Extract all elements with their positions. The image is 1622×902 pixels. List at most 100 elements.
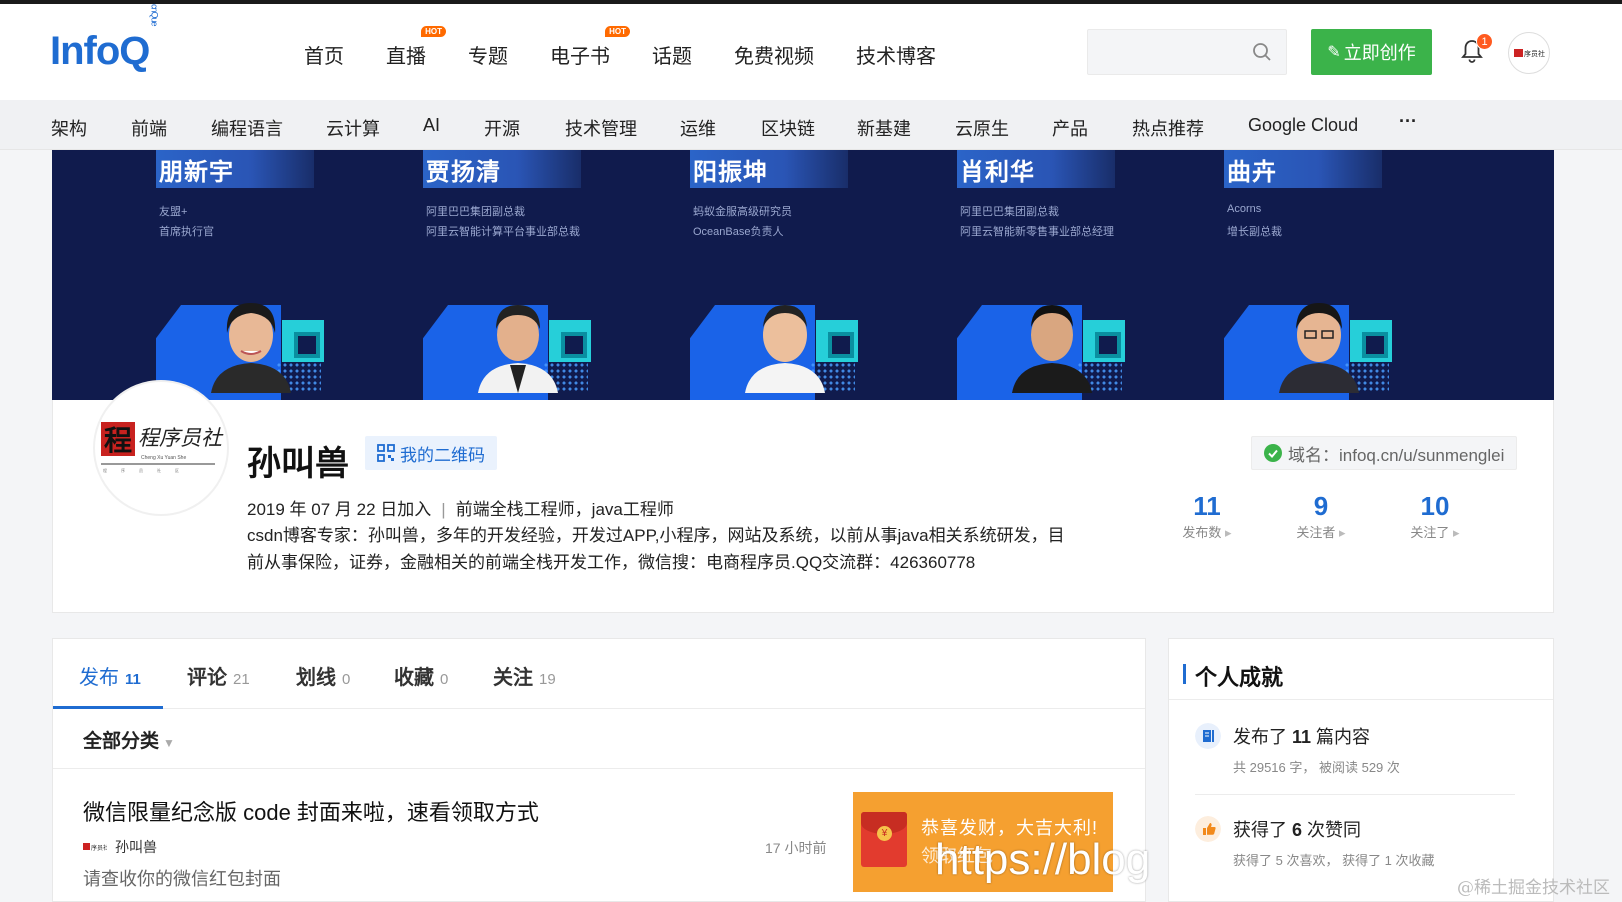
url-watermark: https://blog	[935, 835, 1151, 884]
main-nav: 首页 直播 HOT 专题 电子书 HOT 话题 免费视频 技术博客	[304, 26, 978, 69]
nav-live[interactable]: 直播 HOT	[386, 26, 446, 69]
category-item[interactable]: 新基建	[857, 115, 911, 141]
profile-tabs: 发布 11 评论 21 划线 0 收藏 0 关注 19	[53, 639, 1145, 709]
stat-following[interactable]: 10 关注了	[1395, 491, 1475, 542]
speaker-title: 阿里云智能新零售事业部总经理	[960, 226, 1114, 238]
svg-text:序员社: 序员社	[1524, 49, 1545, 58]
user-avatar[interactable]: 序员社	[1508, 32, 1550, 74]
nav-tech-blog[interactable]: 技术博客	[856, 40, 936, 69]
tab-following[interactable]: 关注 19	[493, 661, 556, 690]
speaker-name: 朋新宇	[159, 159, 234, 186]
infoq-logo[interactable]: InfoQ cnQue	[50, 4, 159, 74]
avatar-text: 程序员社	[138, 426, 224, 450]
nav-free-videos[interactable]: 免费视频	[734, 40, 814, 69]
divider	[1169, 699, 1553, 700]
svg-text:程序员社区: 程序员社区	[103, 467, 193, 473]
search-box	[1087, 29, 1287, 75]
profile-bio: csdn博客专家：孙叫兽，多年的开发经验，开发过APP,小程序，网站及系统，以前…	[247, 526, 1065, 572]
category-item[interactable]: 运维	[680, 115, 716, 141]
speaker-name: 阳振坤	[693, 159, 768, 186]
tab-comments[interactable]: 评论 21	[187, 661, 250, 690]
site-header: InfoQ cnQue 首页 直播 HOT 专题 电子书 HOT 话题 免费视频 技术…	[0, 4, 1622, 100]
nav-ebooks[interactable]: 电子书 HOT	[550, 26, 630, 69]
speaker-photo	[745, 305, 825, 393]
category-bar: 架构 前端 编程语言 云计算 AI 开源 技术管理 运维 区块链 新基建 云原生…	[0, 100, 1622, 150]
thumbs-up-icon	[1195, 816, 1221, 842]
divider	[1195, 794, 1515, 795]
profile-card: 程 程序员社 Cheng Xu Yuan She 程序员社区 孙叫兽 我的二维码…	[52, 380, 1554, 613]
article-author[interactable]: 序员社 孙叫兽	[83, 837, 157, 857]
speaker-title: Acorns	[1227, 203, 1262, 215]
category-item[interactable]: 开源	[484, 115, 520, 141]
category-filter-dropdown[interactable]: 全部分类 ▼	[83, 726, 175, 753]
achievements-panel: 个人成就 发布了 11 篇内容 共 29516 字， 被阅读 529 次 获得了…	[1168, 638, 1554, 902]
speaker-name: 肖利华	[960, 159, 1035, 186]
nav-subjects[interactable]: 话题	[652, 40, 692, 69]
join-date: 2019 年 07 月 22 日加入	[247, 500, 432, 519]
notification-count-badge: 1	[1476, 33, 1493, 50]
speaker-title: 阿里巴巴集团副总裁	[960, 206, 1059, 218]
profile-domain[interactable]: 域名：infoq.cn/u/sunmenglei	[1251, 436, 1518, 470]
tab-highlights[interactable]: 划线 0	[296, 661, 350, 690]
pen-icon: ✎	[1327, 44, 1341, 61]
nav-home[interactable]: 首页	[304, 40, 344, 69]
site-watermark: @稀土掘金技术社区	[1457, 878, 1610, 898]
category-item[interactable]: 云原生	[955, 115, 1009, 141]
category-item[interactable]: Google Cloud	[1248, 115, 1358, 136]
more-categories-button[interactable]: ···	[1399, 111, 1417, 132]
article-time: 17 小时前	[765, 840, 827, 856]
search-input[interactable]	[1088, 30, 1238, 74]
category-item[interactable]: 前端	[131, 115, 167, 141]
qr-code-button[interactable]: 我的二维码	[365, 436, 497, 470]
svg-text:序员社: 序员社	[91, 844, 107, 852]
category-item[interactable]: 热点推荐	[1132, 115, 1204, 141]
job-title: 前端全栈工程师，java工程师	[455, 500, 674, 519]
speaker-title: 蚂蚁金服高级研究员	[693, 206, 792, 218]
profile-banner: 朋新宇 友盟+ 首席执行官 贾扬清 阿里巴巴集团副总裁 阿里云智能计算平台事业部…	[52, 150, 1554, 400]
speaker-card: 肖利华 阿里巴巴集团副总裁 阿里云智能新零售事业部总经理	[957, 150, 1213, 400]
category-item[interactable]: 架构	[51, 115, 87, 141]
hot-badge: HOT	[605, 26, 630, 37]
achievement-subtext: 共 29516 字， 被阅读 529 次	[1233, 760, 1400, 775]
speaker-photo	[1279, 303, 1359, 393]
article-summary: 请查收你的微信红包封面	[83, 869, 281, 889]
category-item[interactable]: 产品	[1052, 115, 1088, 141]
category-item[interactable]: 技术管理	[565, 115, 637, 141]
nav-topics[interactable]: 专题	[468, 40, 508, 69]
achievement-text: 发布了 11 篇内容	[1233, 727, 1371, 747]
qr-code-icon	[377, 444, 395, 462]
category-item[interactable]: 区块链	[761, 115, 815, 141]
profile-avatar: 程 程序员社 Cheng Xu Yuan She 程序员社区	[93, 380, 229, 516]
document-icon	[1195, 723, 1221, 749]
speaker-photo	[1012, 305, 1092, 393]
speaker-card: 朋新宇 友盟+ 首席执行官	[156, 150, 412, 400]
logo-text: InfoQ	[50, 28, 150, 73]
create-button[interactable]: ✎ 立即创作	[1311, 29, 1432, 75]
speaker-title: OceanBase负责人	[693, 226, 784, 238]
speaker-name: 贾扬清	[426, 159, 501, 186]
speaker-photo	[211, 303, 291, 393]
red-envelope-icon	[861, 812, 907, 867]
check-circle-icon	[1264, 444, 1282, 462]
category-item[interactable]: 编程语言	[211, 115, 283, 141]
speaker-card: 曲卉 Acorns 增长副总裁	[1224, 150, 1480, 400]
speaker-title: 增长副总裁	[1227, 226, 1282, 238]
stat-followers[interactable]: 9 关注者	[1281, 491, 1361, 542]
achievement-text: 获得了 6 次赞同	[1233, 820, 1362, 840]
profile-meta: 2019 年 07 月 22 日加入 | 前端全栈工程师，java工程师	[247, 500, 674, 519]
speaker-title: 阿里云智能计算平台事业部总裁	[426, 226, 580, 238]
author-avatar: 序员社	[83, 843, 107, 852]
category-item[interactable]: AI	[423, 115, 440, 136]
achievements-title: 个人成就	[1182, 660, 1283, 692]
category-item[interactable]: 云计算	[326, 115, 380, 141]
tab-favorites[interactable]: 收藏 0	[394, 661, 448, 690]
speaker-card: 贾扬清 阿里巴巴集团副总裁 阿里云智能计算平台事业部总裁	[423, 150, 679, 400]
filter-bar: 全部分类 ▼	[53, 709, 1145, 769]
profile-name: 孙叫兽	[247, 445, 349, 483]
search-icon[interactable]	[1252, 42, 1272, 62]
speaker-photo	[478, 305, 558, 393]
tab-posts[interactable]: 发布 11	[79, 661, 141, 690]
logo-subtext: cnQue	[149, 4, 160, 26]
article-title[interactable]: 微信限量纪念版 code 封面来啦，速看领取方式	[83, 795, 539, 827]
stat-posts[interactable]: 11 发布数	[1167, 491, 1247, 542]
